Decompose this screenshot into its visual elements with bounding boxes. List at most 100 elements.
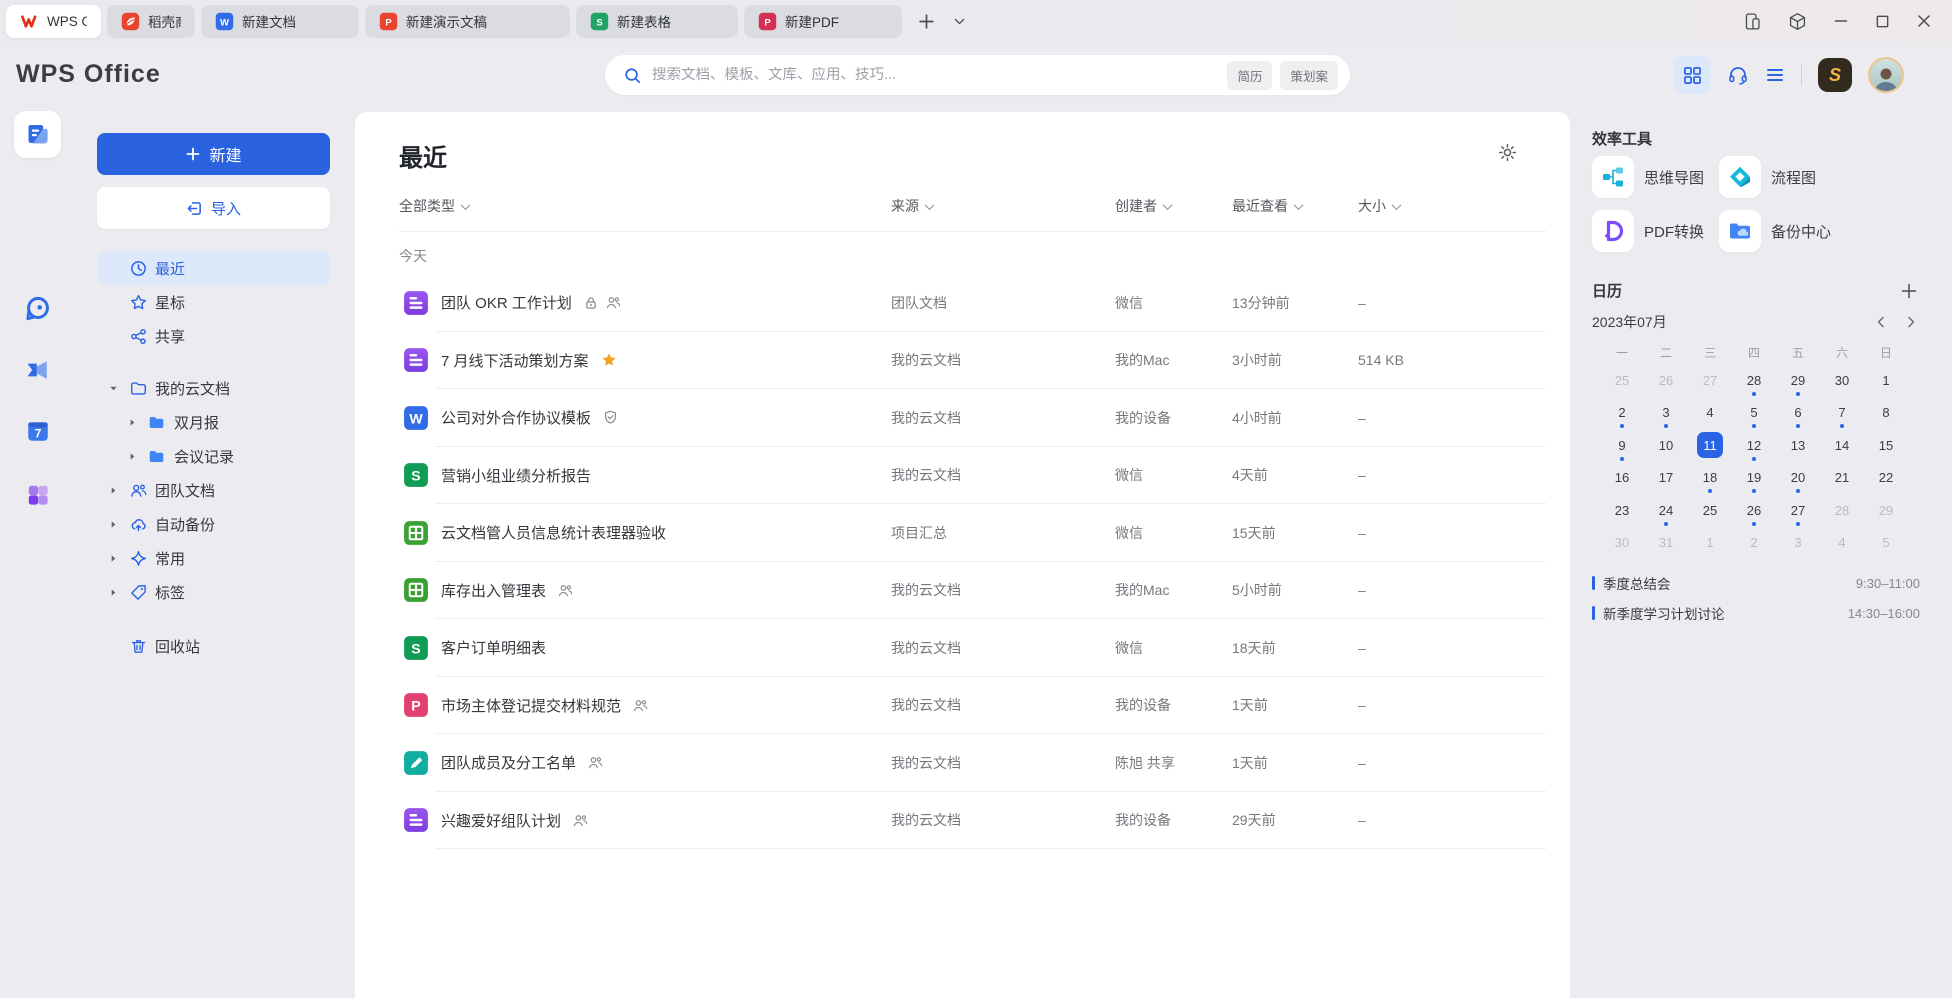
calendar-day[interactable]: 27 [1776,494,1820,527]
search-bar[interactable]: 简历策划案 [605,55,1350,95]
calendar-event[interactable]: 季度总结会 9:30–11:00 [1592,568,1920,598]
calendar-day[interactable]: 30 [1600,527,1644,560]
filter-创建者[interactable]: 创建者 [1115,196,1171,216]
tab-list-chevron-icon[interactable] [953,15,966,28]
tab-稻壳商城[interactable]: 稻壳商城 [107,5,195,38]
calendar-day[interactable]: 3 [1644,397,1688,430]
sidebar-item-标签[interactable]: 标签 [97,575,330,609]
file-row[interactable]: P 市场主体登记提交材料规范 我的云文档 我的设备 1天前 – [399,677,1546,735]
filter-全部类型[interactable]: 全部类型 [399,196,469,216]
calendar-day[interactable]: 4 [1820,527,1864,560]
caret-right-icon[interactable] [108,554,118,563]
tool-流程图[interactable]: 流程图 [1719,156,1831,198]
calendar-day[interactable]: 30 [1820,364,1864,397]
svip-badge[interactable]: S [1818,58,1852,92]
calendar-day[interactable]: 16 [1600,462,1644,495]
tab-新建PDF[interactable]: P新建PDF [744,5,902,38]
avatar[interactable] [1868,57,1904,93]
sidebar-item-双月报[interactable]: 双月报 [97,405,330,439]
import-button[interactable]: 导入 [97,187,330,229]
filter-大小[interactable]: 大小 [1358,196,1400,216]
calendar-day[interactable]: 1 [1688,527,1732,560]
tool-思维导图[interactable]: 思维导图 [1592,156,1719,198]
calendar-day[interactable]: 5 [1732,397,1776,430]
sidebar-item-我的云文档[interactable]: 我的云文档 [97,371,330,405]
calendar-day[interactable]: 29 [1864,494,1908,527]
prev-month-icon[interactable] [1874,315,1888,329]
calendar-day-selected[interactable]: 11 [1688,429,1732,462]
calendar-day[interactable]: 14 [1820,429,1864,462]
calendar-day[interactable]: 26 [1644,364,1688,397]
file-row[interactable]: 兴趣爱好组队计划 我的云文档 我的设备 29天前 – [399,792,1546,850]
calendar-day[interactable]: 22 [1864,462,1908,495]
sidebar-item-自动备份[interactable]: 自动备份 [97,507,330,541]
caret-right-icon[interactable] [108,520,118,529]
file-row[interactable]: S 客户订单明细表 我的云文档 微信 18天前 – [399,619,1546,677]
caret-right-icon[interactable] [108,588,118,597]
calendar-day[interactable]: 2 [1600,397,1644,430]
calendar-day[interactable]: 28 [1820,494,1864,527]
tab-新建文档[interactable]: W新建文档 [201,5,359,38]
calendar-day[interactable]: 4 [1688,397,1732,430]
calendar-day[interactable]: 1 [1864,364,1908,397]
rail-calendar-button[interactable]: 7 [25,418,51,444]
rail-chat-button[interactable] [24,295,51,322]
maximize-button[interactable] [1875,14,1890,29]
apps-grid-button[interactable] [1673,56,1711,94]
filter-最近查看[interactable]: 最近查看 [1232,196,1302,216]
calendar-day[interactable]: 12 [1732,429,1776,462]
calendar-day[interactable]: 3 [1776,527,1820,560]
calendar-day[interactable]: 18 [1688,462,1732,495]
calendar-day[interactable]: 5 [1864,527,1908,560]
sidebar-item-共享[interactable]: 共享 [97,319,330,353]
tab-新建表格[interactable]: S新建表格 [576,5,738,38]
calendar-day[interactable]: 10 [1644,429,1688,462]
tab-WPS Office[interactable]: WPS Office [6,5,101,38]
settings-gear-icon[interactable] [1497,142,1518,163]
mobile-sync-icon[interactable] [1743,12,1762,31]
sidebar-item-团队文档[interactable]: 团队文档 [97,473,330,507]
next-month-icon[interactable] [1904,315,1918,329]
file-row[interactable]: 云文档管人员信息统计表理器验收 项目汇总 微信 15天前 – [399,504,1546,562]
file-row[interactable]: 团队 OKR 工作计划 团队文档 微信 13分钟前 – [399,274,1546,332]
file-row[interactable]: 库存出入管理表 我的云文档 我的Mac 5小时前 – [399,562,1546,620]
search-input[interactable] [652,67,1219,83]
file-row[interactable]: W 公司对外合作协议模板 我的云文档 我的设备 4小时前 – [399,389,1546,447]
calendar-day[interactable]: 19 [1732,462,1776,495]
calendar-day[interactable]: 20 [1776,462,1820,495]
file-row[interactable]: 团队成员及分工名单 我的云文档 陈旭 共享 1天前 – [399,734,1546,792]
search-hot-tag[interactable]: 简历 [1227,61,1272,90]
tool-PDF转换[interactable]: PDF转换 [1592,210,1719,252]
calendar-day[interactable]: 21 [1820,462,1864,495]
calendar-day[interactable]: 13 [1776,429,1820,462]
workspace-cube-icon[interactable] [1788,12,1807,31]
minimize-button[interactable] [1833,13,1849,29]
tab-新建演示文稿[interactable]: P新建演示文稿 [365,5,570,38]
calendar-day[interactable]: 28 [1732,364,1776,397]
caret-right-icon[interactable] [127,452,137,461]
filter-来源[interactable]: 来源 [891,196,933,216]
calendar-day[interactable]: 27 [1688,364,1732,397]
caret-right-icon[interactable] [127,418,137,427]
calendar-day[interactable]: 29 [1776,364,1820,397]
menu-icon[interactable] [1765,65,1785,85]
calendar-day[interactable]: 9 [1600,429,1644,462]
rail-apps-button[interactable] [25,482,51,508]
rail-active-tile[interactable] [14,111,61,158]
calendar-day[interactable]: 15 [1864,429,1908,462]
calendar-event[interactable]: 新季度学习计划讨论 14:30–16:00 [1592,598,1920,628]
add-event-icon[interactable] [1900,282,1918,300]
calendar-day[interactable]: 25 [1688,494,1732,527]
file-row[interactable]: 7 月线下活动策划方案 我的云文档 我的Mac 3小时前 514 KB [399,332,1546,390]
new-tab-button[interactable] [918,13,935,30]
caret-down-icon[interactable] [108,384,118,393]
caret-right-icon[interactable] [108,486,118,495]
sidebar-item-星标[interactable]: 星标 [97,285,330,319]
calendar-day[interactable]: 17 [1644,462,1688,495]
calendar-day[interactable]: 23 [1600,494,1644,527]
close-button[interactable] [1916,13,1932,29]
search-hot-tag[interactable]: 策划案 [1280,61,1338,90]
new-button[interactable]: 新建 [97,133,330,175]
calendar-day[interactable]: 7 [1820,397,1864,430]
calendar-day[interactable]: 25 [1600,364,1644,397]
